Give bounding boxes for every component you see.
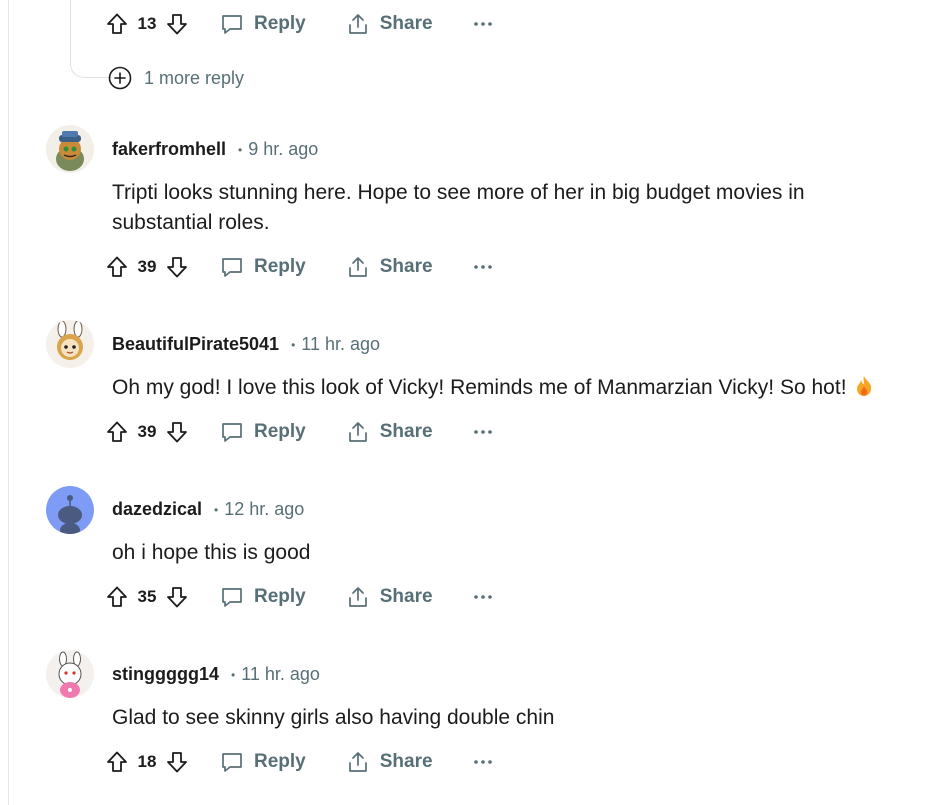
reply-label: Reply [254,586,306,607]
more-replies-label: 1 more reply [144,67,245,88]
comment-body: oh i hope this is good [112,541,311,564]
timestamp[interactable]: 12 hr. ago [224,499,304,520]
snoo-avatar-bunny-pink-icon[interactable] [46,650,94,698]
default-snoo-avatar-icon[interactable] [46,486,94,534]
upvote-icon[interactable] [104,11,130,37]
action-bar: 35 Reply Share [104,581,493,613]
reply-label: Reply [254,13,306,34]
comment-body: Tripti looks stunning here. Hope to see … [112,181,805,234]
reply-icon [222,753,242,772]
comment-header: fakerfromhell • 9 hr. ago [112,139,318,160]
timestamp[interactable]: 11 hr. ago [241,664,320,685]
share-button[interactable]: Share [346,255,433,279]
reply-button[interactable]: Reply [220,750,306,774]
reply-icon [222,588,242,607]
action-bar: 13 Reply Share [104,8,493,40]
share-icon [348,422,367,442]
upvote-icon[interactable] [104,419,130,445]
share-icon [348,14,367,34]
share-button[interactable]: Share [346,12,433,36]
username-link[interactable]: dazedzical [112,499,202,520]
share-button[interactable]: Share [346,585,433,609]
reply-label: Reply [254,751,306,772]
comment-header: dazedzical • 12 hr. ago [112,499,304,520]
more-options-button[interactable] [473,429,493,435]
share-label: Share [379,13,433,34]
fire-emoji-icon [855,375,873,406]
share-button[interactable]: Share [346,750,433,774]
share-label: Share [379,751,433,772]
share-icon [348,257,367,277]
more-options-button[interactable] [473,594,493,600]
comment-body: Oh my god! I love this look of Vicky! Re… [112,373,892,406]
vote-score: 39 [137,257,157,276]
ellipsis-icon [473,430,492,434]
thread-rail [8,0,9,805]
share-icon [348,587,367,607]
action-bar: 18 Reply Share [104,746,493,778]
downvote-icon[interactable] [164,584,190,610]
comment-header: stinggggg14 • 11 hr. ago [112,664,320,685]
ellipsis-icon [473,265,492,269]
vote-score: 39 [137,422,157,441]
snoo-avatar-captain-icon[interactable] [46,125,94,173]
comment-body: Glad to see skinny girls also having dou… [112,706,555,729]
timestamp[interactable]: 11 hr. ago [301,334,380,355]
username-link[interactable]: BeautifulPirate5041 [112,334,279,355]
reply-label: Reply [254,256,306,277]
action-bar: 39 Reply Share [104,251,493,283]
vote-score: 35 [137,587,157,606]
reply-label: Reply [254,421,306,442]
more-options-button[interactable] [473,21,493,27]
separator-dot: • [231,667,236,682]
reply-button[interactable]: Reply [220,12,306,36]
ellipsis-icon [473,760,492,764]
upvote-icon[interactable] [104,254,130,280]
more-options-button[interactable] [473,759,493,765]
downvote-icon[interactable] [164,11,190,37]
share-label: Share [379,256,433,277]
reply-button[interactable]: Reply [220,255,306,279]
vote-group: 13 [104,11,190,37]
reply-button[interactable]: Reply [220,420,306,444]
vote-score: 13 [137,14,157,33]
expand-plus-icon [108,66,132,90]
share-label: Share [379,421,433,442]
action-bar: 39 Reply Share [104,416,493,448]
more-options-button[interactable] [473,264,493,270]
reply-icon [222,258,242,277]
vote-group: 35 [104,584,190,610]
more-replies-link[interactable]: 1 more reply [108,66,244,90]
downvote-icon[interactable] [164,254,190,280]
comment-text: Oh my god! I love this look of Vicky! Re… [112,376,847,399]
upvote-icon[interactable] [104,749,130,775]
vote-score: 18 [137,752,157,771]
share-label: Share [379,586,433,607]
vote-group: 39 [104,419,190,445]
upvote-icon[interactable] [104,584,130,610]
reply-icon [222,423,242,442]
vote-group: 39 [104,254,190,280]
separator-dot: • [214,502,219,517]
reply-button[interactable]: Reply [220,585,306,609]
share-button[interactable]: Share [346,420,433,444]
ellipsis-icon [473,22,492,26]
separator-dot: • [291,337,296,352]
username-link[interactable]: fakerfromhell [112,139,226,160]
comment-header: BeautifulPirate5041 • 11 hr. ago [112,334,380,355]
separator-dot: • [238,142,243,157]
share-icon [348,752,367,772]
snoo-avatar-bunny-icon[interactable] [46,320,94,368]
downvote-icon[interactable] [164,419,190,445]
username-link[interactable]: stinggggg14 [112,664,219,685]
downvote-icon[interactable] [164,749,190,775]
reply-icon [222,15,242,34]
ellipsis-icon [473,595,492,599]
timestamp[interactable]: 9 hr. ago [248,139,318,160]
vote-group: 18 [104,749,190,775]
